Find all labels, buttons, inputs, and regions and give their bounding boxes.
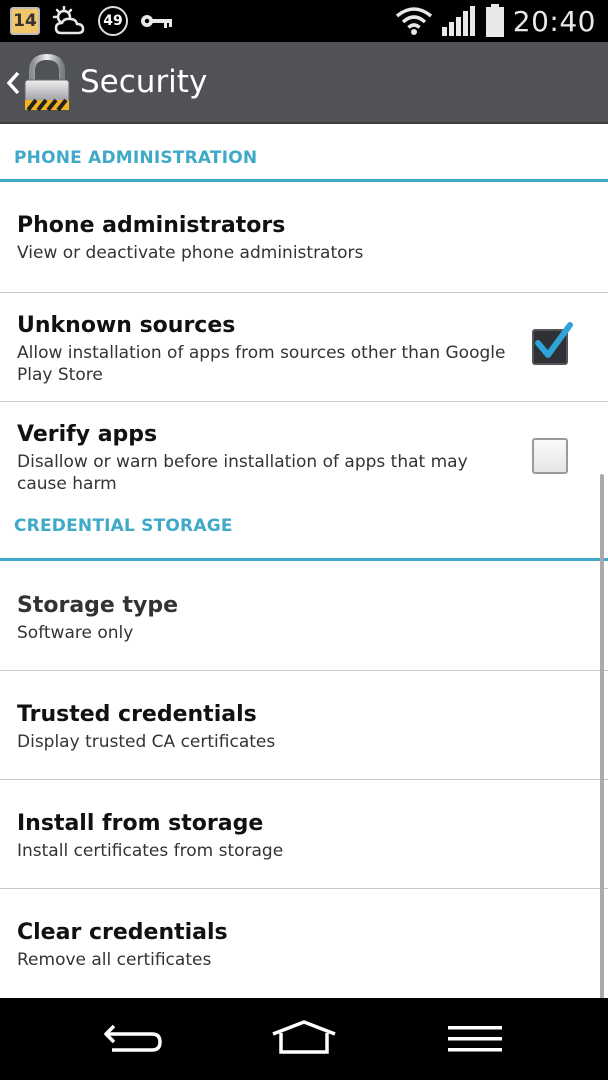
- unknown-sources-checkbox[interactable]: [532, 322, 573, 365]
- pref-summary: View or deactivate phone administrators: [17, 243, 364, 263]
- pref-phone-administrators[interactable]: Phone administrators View or deactivate …: [0, 182, 608, 293]
- signal-icon: [441, 6, 475, 36]
- key-icon: [141, 15, 172, 28]
- weather-icon: [52, 6, 85, 35]
- pref-verify-apps[interactable]: Verify apps Disallow or warn before inst…: [0, 402, 608, 513]
- pref-title: Install from storage: [17, 811, 264, 836]
- pref-title: Clear credentials: [17, 920, 228, 945]
- pref-unknown-sources[interactable]: Unknown sources Allow installation of ap…: [0, 293, 608, 402]
- pref-summary: Allow installation of apps from sources …: [17, 343, 506, 385]
- status-left: 14 49: [10, 5, 174, 37]
- menu-icon[interactable]: [440, 1018, 510, 1060]
- pref-title: Phone administrators: [17, 213, 286, 238]
- checkmark-icon: [535, 322, 573, 358]
- calendar-day: 14: [13, 10, 37, 31]
- pref-title: Storage type: [17, 593, 179, 618]
- page-title: Security: [80, 64, 208, 100]
- pref-summary: Software only: [17, 623, 134, 643]
- pref-summary: Remove all certificates: [17, 950, 212, 970]
- pref-clear-credentials[interactable]: Clear credentials Remove all certificate…: [0, 889, 608, 998]
- section-header-label: CREDENTIAL STORAGE: [14, 516, 233, 536]
- pref-title: Verify apps: [17, 422, 158, 447]
- scrollbar[interactable]: [600, 474, 604, 998]
- pref-summary: Install certificates from storage: [17, 841, 284, 861]
- action-bar: Security: [0, 42, 608, 124]
- back-chevron-icon[interactable]: [4, 70, 22, 96]
- navigation-bar: [0, 998, 608, 1080]
- wifi-icon: [395, 7, 432, 35]
- pref-trusted-credentials[interactable]: Trusted credentials Display trusted CA c…: [0, 671, 608, 780]
- section-header-credential-storage: CREDENTIAL STORAGE: [0, 513, 608, 561]
- pref-storage-type: Storage type Software only: [0, 561, 608, 671]
- battery-icon: [485, 4, 504, 37]
- verify-apps-checkbox[interactable]: [532, 438, 568, 474]
- status-right: 20:40: [395, 3, 596, 39]
- section-header-label: PHONE ADMINISTRATION: [14, 148, 258, 168]
- home-icon[interactable]: [269, 1018, 339, 1060]
- back-icon[interactable]: [100, 1018, 170, 1060]
- pref-title: Unknown sources: [17, 313, 236, 338]
- pref-title: Trusted credentials: [17, 702, 257, 727]
- clock: 20:40: [512, 4, 596, 38]
- section-header-phone-administration: PHONE ADMINISTRATION: [0, 124, 608, 182]
- temperature-value: 49: [103, 13, 123, 29]
- pref-summary: Display trusted CA certificates: [17, 732, 276, 752]
- settings-list[interactable]: PHONE ADMINISTRATION Phone administrator…: [0, 124, 608, 998]
- status-bar: 14 49 20:40: [0, 0, 608, 42]
- calendar-icon: 14: [10, 7, 40, 35]
- temperature-icon: 49: [98, 6, 128, 36]
- lock-icon: [24, 54, 70, 112]
- pref-install-from-storage[interactable]: Install from storage Install certificate…: [0, 780, 608, 889]
- pref-summary: Disallow or warn before installation of …: [17, 452, 468, 494]
